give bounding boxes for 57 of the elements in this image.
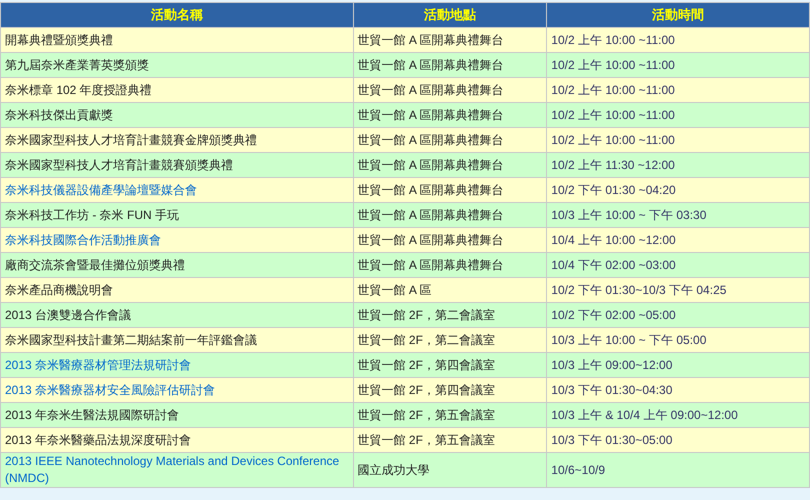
table-cell: 國立成功大學 — [353, 452, 547, 488]
table-cell: 世貿一館 2F，第五會議室 — [353, 428, 547, 452]
table-cell: 10/2 上午 10:00 ~11:00 — [546, 52, 810, 78]
table-cell: 世貿一館 2F，第四會議室 — [353, 378, 547, 402]
table-cell: 開幕典禮暨頒獎典禮 — [0, 28, 354, 52]
table-cell: 10/2 上午 10:00 ~11:00 — [546, 128, 810, 152]
table-cell: 10/6~10/9 — [546, 452, 810, 488]
table-cell: 10/3 下午 01:30~04:30 — [546, 378, 810, 402]
table-cell: 世貿一館 A 區開幕典禮舞台 — [353, 28, 547, 52]
table-cell: 10/2 下午 01:30 ~04:20 — [546, 178, 810, 202]
table-cell: 10/4 上午 10:00 ~12:00 — [546, 228, 810, 252]
table-cell: 世貿一館 A 區開幕典禮舞台 — [353, 202, 547, 228]
table-cell: 世貿一館 2F，第二會議室 — [353, 302, 547, 328]
table-cell: 10/4 下午 02:00 ~03:00 — [546, 252, 810, 278]
table-cell: 世貿一館 2F，第二會議室 — [353, 328, 547, 352]
table-cell: 10/2 上午 10:00 ~11:00 — [546, 78, 810, 102]
column-header: 活動名稱 — [0, 2, 354, 28]
table-cell: 世貿一館 A 區開幕典禮舞台 — [353, 52, 547, 78]
table-cell: 10/3 上午 09:00~12:00 — [546, 352, 810, 378]
table-cell: 第九屆奈米產業菁英獎頒獎 — [0, 52, 354, 78]
event-link[interactable]: 奈米科技儀器設備產學論壇暨媒合會 — [0, 178, 354, 202]
table-cell: 10/2 上午 10:00 ~11:00 — [546, 102, 810, 128]
table-cell: 奈米科技傑出貢獻獎 — [0, 102, 354, 128]
table-cell: 奈米科技工作坊 - 奈米 FUN 手玩 — [0, 202, 354, 228]
table-cell: 奈米標章 102 年度授證典禮 — [0, 78, 354, 102]
table-cell: 廠商交流茶會暨最佳攤位頒獎典禮 — [0, 252, 354, 278]
table-cell: 世貿一館 A 區開幕典禮舞台 — [353, 178, 547, 202]
table-cell: 世貿一館 A 區開幕典禮舞台 — [353, 78, 547, 102]
table-cell: 世貿一館 A 區開幕典禮舞台 — [353, 252, 547, 278]
table-cell: 世貿一館 A 區開幕典禮舞台 — [353, 102, 547, 128]
table-cell: 10/3 下午 01:30~05:00 — [546, 428, 810, 452]
table-cell: 世貿一館 2F，第五會議室 — [353, 402, 547, 428]
event-link[interactable]: 奈米科技國際合作活動推廣會 — [0, 228, 354, 252]
table-cell: 10/2 上午 11:30 ~12:00 — [546, 152, 810, 178]
table-cell: 世貿一館 2F，第四會議室 — [353, 352, 547, 378]
table-cell: 奈米國家型科技人才培育計畫競賽金牌頒獎典禮 — [0, 128, 354, 152]
table-cell: 10/2 下午 01:30~10/3 下午 04:25 — [546, 278, 810, 302]
column-header: 活動地點 — [353, 2, 547, 28]
table-cell: 10/3 上午 10:00 ~ 下午 05:00 — [546, 328, 810, 352]
table-cell: 2013 年奈米生醫法規國際研討會 — [0, 402, 354, 428]
event-link[interactable]: 2013 IEEE Nanotechnology Materials and Devices Conference (NMDC) — [0, 452, 354, 488]
table-cell: 世貿一館 A 區開幕典禮舞台 — [353, 128, 547, 152]
table-cell: 世貿一館 A 區 — [353, 278, 547, 302]
event-link[interactable]: 2013 奈米醫療器材管理法規研討會 — [0, 352, 354, 378]
event-link[interactable]: 2013 奈米醫療器材安全風險評估研討會 — [0, 378, 354, 402]
table-cell: 世貿一館 A 區開幕典禮舞台 — [353, 228, 547, 252]
table-cell: 奈米產品商機說明會 — [0, 278, 354, 302]
column-header: 活動時間 — [546, 2, 810, 28]
table-cell: 世貿一館 A 區開幕典禮舞台 — [353, 152, 547, 178]
table-cell: 10/3 上午 & 10/4 上午 09:00~12:00 — [546, 402, 810, 428]
table-cell: 10/2 上午 10:00 ~11:00 — [546, 28, 810, 52]
table-cell: 10/3 上午 10:00 ~ 下午 03:30 — [546, 202, 810, 228]
table-cell: 10/2 下午 02:00 ~05:00 — [546, 302, 810, 328]
table-cell: 奈米國家型科技人才培育計畫競賽頒獎典禮 — [0, 152, 354, 178]
table-cell: 奈米國家型科技計畫第二期結案前一年評鑑會議 — [0, 328, 354, 352]
table-cell: 2013 台澳雙邊合作會議 — [0, 302, 354, 328]
table-cell: 2013 年奈米醫藥品法規深度研討會 — [0, 428, 354, 452]
